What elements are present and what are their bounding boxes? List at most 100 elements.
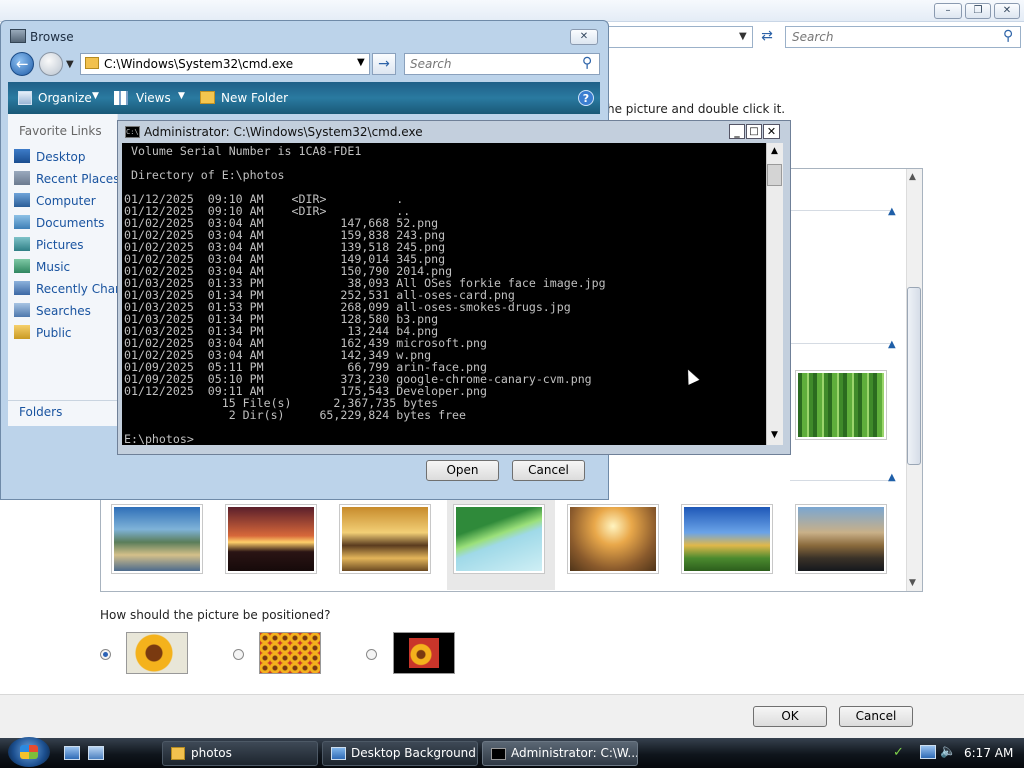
console-scroll-thumb[interactable] bbox=[767, 164, 782, 186]
cmd-title: Administrator: C:\Windows\System32\cmd.e… bbox=[144, 125, 423, 139]
go-arrow-icon[interactable]: → bbox=[372, 53, 396, 75]
show-desktop-icon[interactable] bbox=[64, 746, 80, 760]
taskbar-item-desktop-background[interactable]: Desktop Background bbox=[322, 741, 478, 766]
windows-logo-icon bbox=[20, 745, 38, 759]
address-path: C:\Windows\System32\cmd.exe bbox=[104, 57, 294, 71]
search-icon[interactable]: ⚲ bbox=[582, 55, 592, 71]
dropdown-chevron-icon[interactable]: ▼ bbox=[739, 31, 747, 42]
maximize-icon[interactable]: □ bbox=[746, 124, 762, 139]
minimize-icon[interactable]: _ bbox=[729, 124, 745, 139]
position-tile-preview[interactable] bbox=[259, 632, 321, 674]
address-dropdown-icon[interactable]: ▼ bbox=[357, 57, 365, 68]
folders-toggle[interactable]: Folders bbox=[19, 405, 62, 419]
sidebar-item-music[interactable]: Music bbox=[14, 259, 70, 274]
open-button[interactable]: Open bbox=[426, 460, 499, 481]
console-output[interactable]: Volume Serial Number is 1CA8-FDE1 Direct… bbox=[122, 143, 766, 445]
group-divider bbox=[790, 343, 890, 344]
security-check-icon[interactable]: ✓ bbox=[893, 745, 907, 760]
position-fit-preview[interactable] bbox=[126, 632, 188, 674]
sidebar-item-pictures[interactable]: Pictures bbox=[14, 237, 84, 252]
browse-cancel-button[interactable]: Cancel bbox=[512, 460, 585, 481]
sidebar-item-recently-changed[interactable]: Recently Chan bbox=[14, 281, 123, 296]
position-fit-radio[interactable] bbox=[100, 649, 111, 660]
cancel-button[interactable]: Cancel bbox=[839, 706, 913, 727]
close-icon[interactable]: ✕ bbox=[570, 29, 598, 45]
pictures-icon bbox=[14, 237, 30, 251]
collapse-group-icon[interactable]: ▲ bbox=[888, 472, 896, 483]
console-line: Directory of E:\photos bbox=[124, 168, 285, 182]
background-window-titlebar bbox=[0, 0, 1024, 22]
refresh-icon[interactable]: ⇄ bbox=[756, 28, 778, 46]
new-folder-icon bbox=[200, 91, 215, 104]
wallpaper-thumb-hills[interactable] bbox=[681, 504, 773, 574]
instruction-text: he picture and double click it. bbox=[607, 102, 786, 116]
sidebar-item-documents[interactable]: Documents bbox=[14, 215, 104, 230]
sidebar-item-computer[interactable]: Computer bbox=[14, 193, 96, 208]
back-button[interactable]: ← bbox=[10, 52, 34, 76]
wallpaper-thumb-lake[interactable] bbox=[111, 504, 203, 574]
desktop-icon bbox=[14, 149, 30, 163]
sidebar-item-public[interactable]: Public bbox=[14, 325, 72, 340]
switch-windows-icon[interactable] bbox=[88, 746, 104, 760]
forward-button[interactable] bbox=[39, 52, 63, 76]
wallpaper-thumb-canyon[interactable] bbox=[795, 504, 887, 574]
group-divider bbox=[790, 210, 890, 211]
wallpaper-thumb-field[interactable] bbox=[567, 504, 659, 574]
search-input[interactable]: Search bbox=[785, 26, 1021, 48]
volume-muted-icon[interactable]: 🔈 bbox=[940, 744, 956, 759]
scroll-up-icon[interactable]: ▲ bbox=[909, 172, 916, 182]
address-bar[interactable]: C:\Windows\System32\cmd.exe ▼ bbox=[80, 53, 370, 75]
browse-window-icon bbox=[10, 29, 26, 43]
close-icon[interactable]: ✕ bbox=[994, 3, 1020, 19]
favorite-links-header: Favorite Links bbox=[19, 124, 102, 138]
cmd-icon bbox=[491, 748, 506, 760]
position-tile-radio[interactable] bbox=[233, 649, 244, 660]
collapse-group-icon[interactable]: ▲ bbox=[888, 206, 896, 217]
scroll-down-icon[interactable]: ▼ bbox=[767, 430, 782, 444]
console-line: 2 Dir(s) 65,229,824 bytes free bbox=[124, 408, 467, 422]
position-center-radio[interactable] bbox=[366, 649, 377, 660]
start-button[interactable] bbox=[8, 737, 50, 767]
wallpaper-thumb-sunset[interactable] bbox=[225, 504, 317, 574]
network-icon[interactable] bbox=[920, 745, 936, 759]
address-bar[interactable]: ▼ bbox=[608, 26, 753, 48]
sidebar-item-searches[interactable]: Searches bbox=[14, 303, 91, 318]
views-chevron-icon[interactable]: ▼ bbox=[178, 91, 185, 101]
organize-menu[interactable]: Organize bbox=[38, 91, 92, 105]
searches-icon bbox=[14, 303, 30, 317]
console-scrollbar[interactable] bbox=[766, 143, 783, 445]
console-line: E:\photos>_ bbox=[124, 432, 201, 445]
ok-button[interactable]: OK bbox=[753, 706, 827, 727]
sidebar-item-recent-places[interactable]: Recent Places bbox=[14, 171, 119, 186]
new-folder-button[interactable]: New Folder bbox=[221, 91, 288, 105]
scroll-down-icon[interactable]: ▼ bbox=[909, 578, 916, 588]
recently-changed-icon bbox=[14, 281, 30, 295]
minimize-icon[interactable]: – bbox=[934, 3, 962, 19]
organize-chevron-icon[interactable]: ▼ bbox=[92, 91, 99, 101]
clock[interactable]: 6:17 AM bbox=[964, 746, 1013, 760]
console-lines: Volume Serial Number is 1CA8-FDE1 Direct… bbox=[124, 145, 766, 445]
public-folder-icon bbox=[14, 325, 30, 339]
search-input[interactable]: Search bbox=[404, 53, 600, 75]
position-question: How should the picture be positioned? bbox=[100, 608, 331, 622]
sidebar-item-desktop[interactable]: Desktop bbox=[14, 149, 86, 164]
cmd-icon: C:\ bbox=[125, 126, 140, 138]
maximize-icon[interactable]: ❐ bbox=[965, 3, 991, 19]
collapse-group-icon[interactable]: ▲ bbox=[888, 339, 896, 350]
search-icon[interactable]: ⚲ bbox=[1003, 28, 1013, 44]
group-divider bbox=[790, 480, 890, 481]
computer-icon bbox=[14, 193, 30, 207]
wallpaper-thumb-bamboo[interactable] bbox=[795, 370, 887, 440]
gallery-scroll-thumb[interactable] bbox=[907, 287, 921, 465]
views-menu[interactable]: Views bbox=[136, 91, 171, 105]
taskbar-item-cmd[interactable]: Administrator: C:\W... bbox=[482, 741, 638, 766]
position-center-preview[interactable] bbox=[393, 632, 455, 674]
wallpaper-thumb-palm[interactable] bbox=[453, 504, 545, 574]
documents-icon bbox=[14, 215, 30, 229]
recent-pages-chevron-icon[interactable]: ▼ bbox=[66, 59, 74, 70]
scroll-up-icon[interactable]: ▲ bbox=[767, 146, 782, 160]
wallpaper-thumb-rocks[interactable] bbox=[339, 504, 431, 574]
help-icon[interactable]: ? bbox=[578, 90, 594, 106]
taskbar-item-photos[interactable]: photos bbox=[162, 741, 318, 766]
close-icon[interactable]: ✕ bbox=[763, 124, 780, 139]
